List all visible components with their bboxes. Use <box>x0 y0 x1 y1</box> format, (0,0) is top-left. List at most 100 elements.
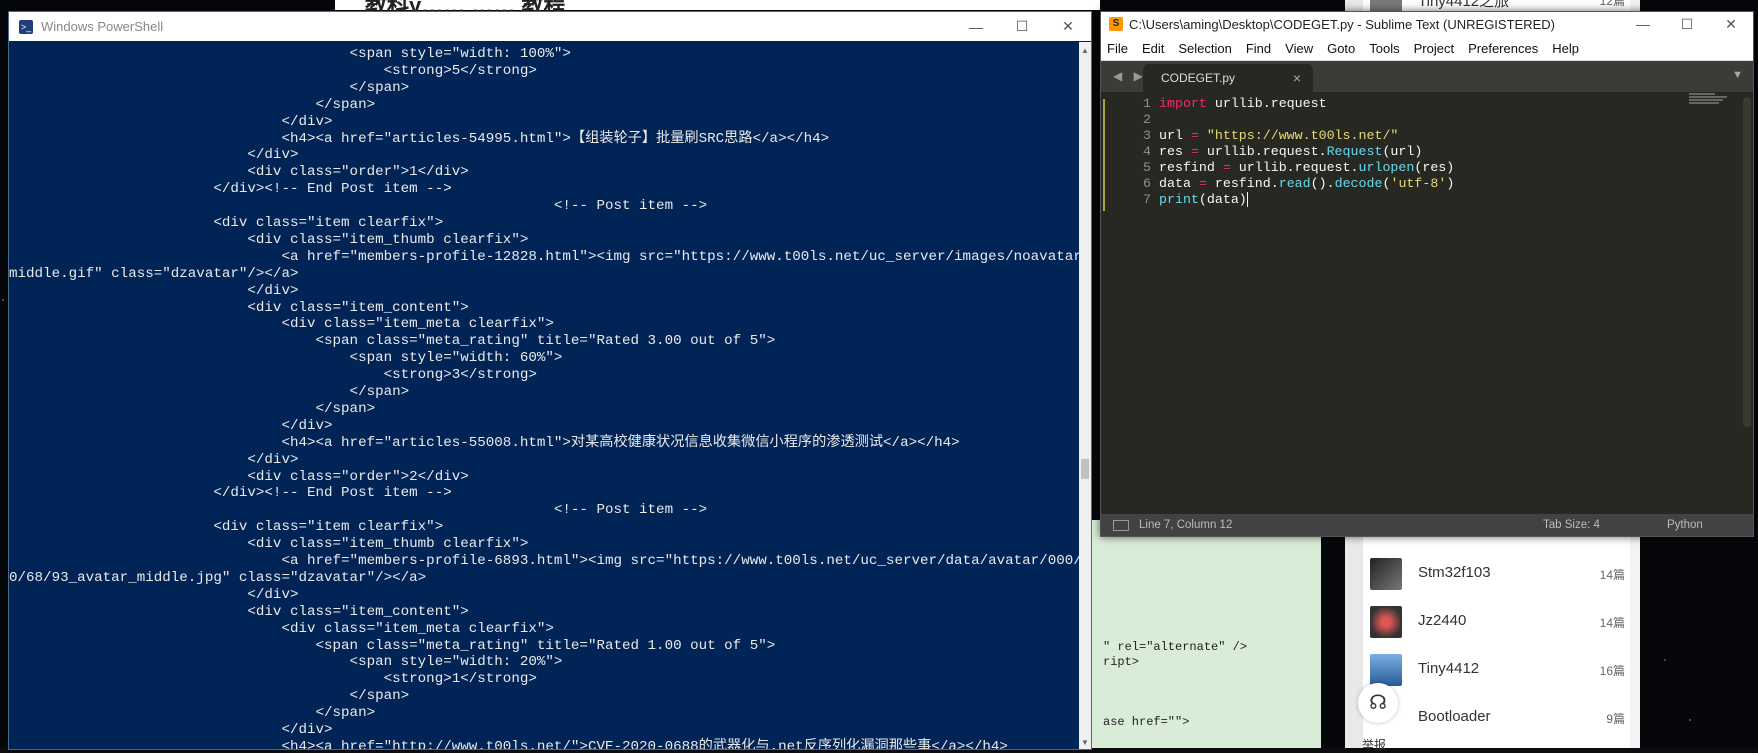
code-token: = <box>1222 160 1231 175</box>
menu-item[interactable]: View <box>1285 41 1313 56</box>
sublime-icon: S <box>1109 17 1123 31</box>
menu-bar: File Edit Selection Find View Goto Tools Projec… <box>1101 36 1753 61</box>
console-line: <h4><a href="articles-55008.html">对某高校健康… <box>9 434 960 451</box>
console-line: middle.gif" class="dzavatar"/></a> <box>9 265 299 282</box>
scrollbar-thumb[interactable] <box>1081 459 1089 479</box>
console-line: </span> <box>9 384 410 400</box>
code-token: = <box>1198 176 1207 191</box>
powershell-icon: >_ <box>19 19 33 34</box>
console-line: <div class="item_content"> <box>9 299 469 316</box>
code-token: urllib.request. <box>1230 160 1359 175</box>
powershell-window[interactable]: >_ Windows PowerShell — ☐ ✕ <span style=… <box>8 11 1092 750</box>
menu-item[interactable]: Selection <box>1178 41 1231 56</box>
maximize-button[interactable]: ☐ <box>999 18 1045 35</box>
tab-size[interactable]: Tab Size: 4 <box>1543 514 1600 536</box>
code-token: (res) <box>1414 160 1455 175</box>
editor-scrollbar[interactable] <box>1743 97 1751 427</box>
console-line: </div> <box>9 722 333 738</box>
scroll-up-icon[interactable]: ▲ <box>1081 46 1089 55</box>
console-line: <a href="members-profile-6893.html"><img… <box>9 553 1079 569</box>
console-line: <!-- Post item --> <box>9 198 708 215</box>
minimize-button[interactable]: — <box>953 19 999 35</box>
panel-toggle-icon[interactable] <box>1113 520 1129 531</box>
code-line[interactable]: import urllib.request <box>1159 95 1327 113</box>
code-token: data <box>1159 176 1199 191</box>
console-line: </div><!-- End Post item --> <box>9 181 452 198</box>
console-line: </span> <box>9 96 376 113</box>
sidebar-item-count: 14篇 <box>1599 616 1625 630</box>
console-line: <span class="meta_rating" title="Rated 1… <box>9 637 776 654</box>
console-line: <span style="width: 20%"> <box>9 654 563 671</box>
report-label: 举报 <box>1362 738 1387 752</box>
sidebar-item-name: Bootloader <box>1418 708 1491 725</box>
tab-bar: ◀ ▶ CODEGET.py × ▼ <box>1101 61 1753 92</box>
text-cursor <box>1246 191 1248 207</box>
code-token: 'utf-8' <box>1390 176 1447 191</box>
background-code-fragment: " rel="alternate" /> ript> ase href=""> <box>1090 520 1321 748</box>
console-line: </span> <box>9 705 376 722</box>
menu-item[interactable]: File <box>1107 41 1128 56</box>
sidebar-item[interactable]: Stm32f103 14篇 <box>1370 554 1625 594</box>
menu-item[interactable]: Goto <box>1327 41 1355 56</box>
code-token: (url) <box>1382 144 1423 159</box>
sidebar-item[interactable]: Bootloader 9篇 <box>1370 698 1625 738</box>
tab-dropdown-icon[interactable]: ▼ <box>1732 69 1743 81</box>
background-code-line: " rel="alternate" /> <box>1103 640 1248 654</box>
console-scrollbar[interactable]: ▲ ▼ <box>1079 42 1091 749</box>
console-line: <strong>1</strong> <box>9 671 537 688</box>
sublime-window[interactable]: S C:\Users\aming\Desktop\CODEGET.py - Su… <box>1100 11 1754 537</box>
minimize-button[interactable]: — <box>1621 16 1665 32</box>
sidebar-item-name: Tiny4412 <box>1418 660 1480 677</box>
console-line: <span style="width: 60%"> <box>9 350 563 367</box>
close-button[interactable]: ✕ <box>1709 16 1753 33</box>
menu-item[interactable]: Preferences <box>1468 41 1538 56</box>
console-line: </span> <box>9 79 410 96</box>
menu-item[interactable]: Edit <box>1142 41 1164 56</box>
console-line: <strong>5</strong> <box>9 62 537 79</box>
syntax-selector[interactable]: Python <box>1667 514 1703 536</box>
sidebar-thumb <box>1370 654 1402 686</box>
background-code-line: ase href=""> <box>1103 715 1190 729</box>
console-line: </div><!-- End Post item --> <box>9 485 452 502</box>
code-token: urlopen <box>1358 160 1415 175</box>
headset-icon[interactable]: ☊ <box>1358 683 1398 723</box>
console-line: <div class="item clearfix"> <box>9 215 444 231</box>
console-line: <div class="item_meta clearfix"> <box>9 620 554 637</box>
tab-codeget[interactable]: CODEGET.py × <box>1143 64 1313 92</box>
code-token: res <box>1159 144 1191 159</box>
console-line: <div class="item_thumb clearfix"> <box>9 231 529 248</box>
sidebar-item-count: 14篇 <box>1599 568 1625 582</box>
console-output[interactable]: <span style="width: 100%"> <strong>5</st… <box>9 42 1079 749</box>
sidebar-item-count: 16篇 <box>1599 664 1625 678</box>
console-line: </div> <box>9 113 333 130</box>
sidebar-item[interactable]: Tiny4412 16篇 <box>1370 650 1625 690</box>
code-line[interactable]: print(data) <box>1159 191 1248 209</box>
console-line: <a href="members-profile-12828.html"><im… <box>9 248 1079 265</box>
menu-item[interactable]: Find <box>1246 41 1271 56</box>
menu-item[interactable]: Help <box>1552 41 1579 56</box>
code-token: url <box>1159 128 1191 143</box>
console-line: </div> <box>9 417 333 434</box>
code-token: import <box>1159 96 1207 111</box>
menu-item[interactable]: Tools <box>1369 41 1399 56</box>
console-line: <h4><a href="http://www.t00ls.net/">CVE-… <box>9 738 1008 749</box>
code-token: = <box>1190 128 1199 143</box>
scroll-down-icon[interactable]: ▼ <box>1081 738 1089 747</box>
code-editor[interactable]: 1234567 import urllib.request url = "http… <box>1101 93 1753 503</box>
window-title: C:\Users\aming\Desktop\CODEGET.py - Subl… <box>1129 16 1555 32</box>
close-button[interactable]: ✕ <box>1045 18 1091 35</box>
menu-item[interactable]: Project <box>1414 41 1454 56</box>
cursor-position: Line 7, Column 12 <box>1139 519 1233 531</box>
line-gutter: 1234567 <box>1101 93 1151 503</box>
console-line: <div class="item clearfix"> <box>9 519 444 536</box>
sidebar-item[interactable]: Jz2440 14篇 <box>1370 602 1625 642</box>
tab-nav-arrows-icon[interactable]: ◀ ▶ <box>1113 69 1147 83</box>
minimap[interactable] <box>1689 93 1729 107</box>
console-line: </div> <box>9 282 299 299</box>
sidebar-item-name: Tiny4412之旅 <box>1418 0 1510 10</box>
sidebar-item-name: Stm32f103 <box>1418 564 1491 581</box>
powershell-titlebar[interactable]: >_ Windows PowerShell — ☐ ✕ <box>9 12 1091 41</box>
tab-close-icon[interactable]: × <box>1293 64 1301 92</box>
maximize-button[interactable]: ☐ <box>1665 16 1709 33</box>
sublime-titlebar[interactable]: S C:\Users\aming\Desktop\CODEGET.py - Su… <box>1101 12 1753 36</box>
